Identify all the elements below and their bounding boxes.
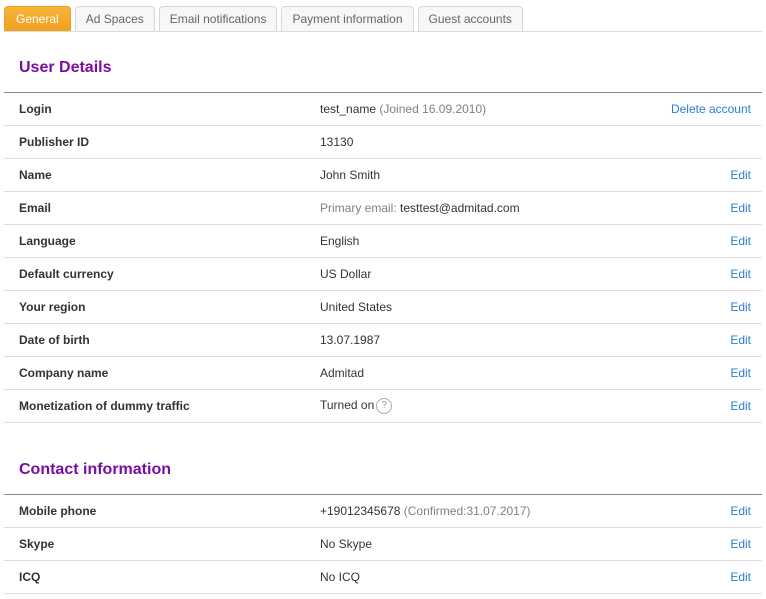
primary-email-prefix: Primary email: [320, 201, 397, 215]
language-label: Language [19, 234, 76, 248]
row-region: Your region United States Edit [4, 291, 762, 324]
icq-value: No ICQ [320, 570, 361, 584]
currency-value: US Dollar [320, 267, 372, 281]
publisher-id-value: 13130 [320, 135, 354, 149]
row-company-name: Company name Admitad Edit [4, 357, 762, 390]
tab-email-notifications[interactable]: Email notifications [158, 6, 278, 31]
edit-monetization-link[interactable]: Edit [730, 399, 751, 413]
publisher-id-label: Publisher ID [19, 135, 90, 149]
mobile-phone-value: +19012345678 (Confirmed:31.07.2017) [320, 504, 531, 518]
name-value: John Smith [320, 168, 381, 182]
edit-language-link[interactable]: Edit [730, 234, 751, 248]
region-label: Your region [19, 300, 86, 314]
edit-icq-link[interactable]: Edit [730, 570, 751, 584]
name-label: Name [19, 168, 52, 182]
company-value: Admitad [320, 366, 365, 380]
edit-company-link[interactable]: Edit [730, 366, 751, 380]
edit-dob-link[interactable]: Edit [730, 333, 751, 347]
edit-name-link[interactable]: Edit [730, 168, 751, 182]
row-default-currency: Default currency US Dollar Edit [4, 258, 762, 291]
email-value: Primary email: testtest@admitad.com [320, 201, 520, 215]
user-details-table: Login test_name (Joined 16.09.2010) Dele… [4, 92, 762, 423]
edit-email-link[interactable]: Edit [730, 201, 751, 215]
help-icon[interactable]: ? [376, 398, 393, 414]
row-icq: ICQ No ICQ Edit [4, 561, 762, 594]
row-skype: Skype No Skype Edit [4, 528, 762, 561]
icq-label: ICQ [19, 570, 41, 584]
phone-confirmed-date: (Confirmed:31.07.2017) [403, 504, 531, 518]
tab-general[interactable]: General [4, 6, 71, 31]
login-value: test_name (Joined 16.09.2010) [320, 102, 486, 116]
dob-label: Date of birth [19, 333, 90, 347]
email-label: Email [19, 201, 52, 215]
tab-payment-information[interactable]: Payment information [281, 6, 414, 31]
user-details-title: User Details [19, 59, 112, 76]
monetization-status: Turned on [320, 398, 375, 413]
monetization-value: Turned on? [320, 398, 393, 414]
contact-information-table: Mobile phone +19012345678 (Confirmed:31.… [4, 494, 762, 594]
row-publisher-id: Publisher ID 13130 [4, 126, 762, 159]
mobile-phone-label: Mobile phone [19, 504, 97, 518]
phone-number: +19012345678 [320, 504, 401, 518]
contact-information-title: Contact information [19, 461, 171, 478]
row-language: Language English Edit [4, 225, 762, 258]
tab-guest-accounts[interactable]: Guest accounts [417, 6, 523, 31]
edit-phone-link[interactable]: Edit [730, 504, 751, 518]
dob-value: 13.07.1987 [320, 333, 381, 347]
row-name: Name John Smith Edit [4, 159, 762, 192]
row-login: Login test_name (Joined 16.09.2010) Dele… [4, 93, 762, 126]
delete-account-link[interactable]: Delete account [671, 102, 751, 116]
language-value: English [320, 234, 360, 248]
row-mobile-phone: Mobile phone +19012345678 (Confirmed:31.… [4, 495, 762, 528]
row-email: Email Primary email: testtest@admitad.co… [4, 192, 762, 225]
row-monetization: Monetization of dummy traffic Turned on?… [4, 390, 762, 423]
edit-region-link[interactable]: Edit [730, 300, 751, 314]
login-username: test_name [320, 102, 377, 116]
edit-skype-link[interactable]: Edit [730, 537, 751, 551]
region-value: United States [320, 300, 393, 314]
currency-label: Default currency [19, 267, 114, 281]
skype-value: No Skype [320, 537, 373, 551]
company-label: Company name [19, 366, 109, 380]
edit-currency-link[interactable]: Edit [730, 267, 751, 281]
login-label: Login [19, 102, 52, 116]
email-address: testtest@admitad.com [400, 201, 520, 215]
tab-ad-spaces[interactable]: Ad Spaces [74, 6, 155, 31]
skype-label: Skype [19, 537, 55, 551]
row-date-of-birth: Date of birth 13.07.1987 Edit [4, 324, 762, 357]
joined-date: (Joined 16.09.2010) [379, 102, 487, 116]
monetization-label: Monetization of dummy traffic [19, 399, 190, 413]
settings-tabs: General Ad Spaces Email notifications Pa… [4, 5, 762, 32]
